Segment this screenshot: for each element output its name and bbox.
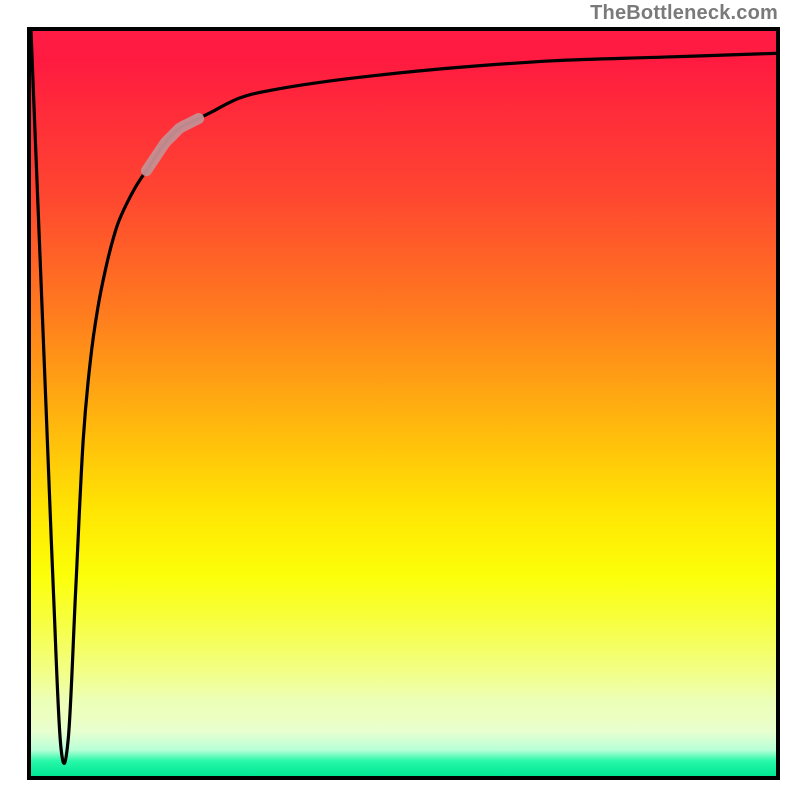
bottleneck-curve-line (31, 31, 776, 763)
watermark-text: TheBottleneck.com (590, 2, 778, 25)
plot-area (27, 27, 780, 780)
curve-svg (31, 31, 776, 776)
bottleneck-curve-accent (146, 119, 198, 171)
chart-stage: TheBottleneck.com (0, 0, 800, 800)
